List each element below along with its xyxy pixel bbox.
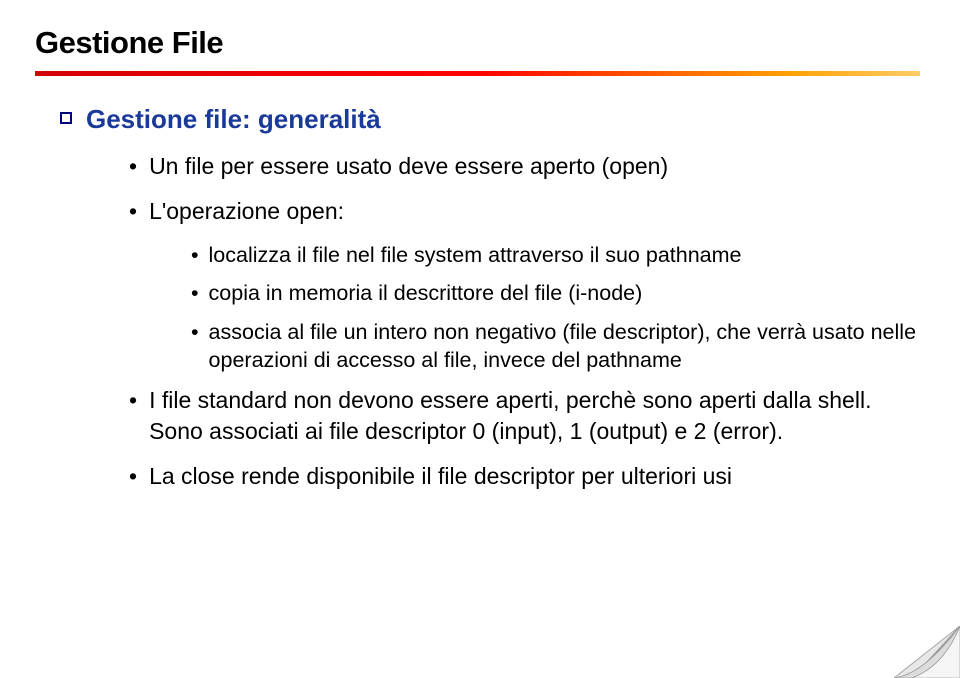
- slide-container: Gestione File Gestione file: generalità …: [0, 0, 960, 678]
- item-text: La close rende disponibile il file descr…: [149, 461, 732, 492]
- list-item: • localizza il file nel file system attr…: [191, 241, 925, 269]
- page-curl-icon: [894, 626, 960, 678]
- bullet-dot-icon: •: [129, 151, 137, 182]
- square-bullet-icon: [60, 112, 72, 124]
- bullet-dot-icon: •: [191, 279, 199, 307]
- bullet-dot-icon: •: [191, 318, 199, 346]
- item-text: L'operazione open:: [149, 196, 344, 227]
- bullet-dot-icon: •: [191, 241, 199, 269]
- nested-bullet-list: • localizza il file nel file system attr…: [191, 241, 925, 375]
- item-text: Un file per essere usato deve essere ape…: [149, 151, 668, 182]
- slide-title: Gestione File: [35, 25, 925, 61]
- bullet-dot-icon: •: [129, 196, 137, 227]
- title-underline: [35, 71, 920, 76]
- section-heading: Gestione file: generalità: [86, 104, 381, 135]
- list-item: • I file standard non devono essere aper…: [129, 385, 925, 447]
- subitem-text: associa al file un intero non negativo (…: [209, 318, 925, 375]
- list-item: • L'operazione open:: [129, 196, 925, 227]
- bullet-dot-icon: •: [129, 461, 137, 492]
- bullet-list-continued: • I file standard non devono essere aper…: [129, 385, 925, 492]
- item-text: I file standard non devono essere aperti…: [149, 385, 925, 447]
- list-item: • associa al file un intero non negativo…: [191, 318, 925, 375]
- bullet-dot-icon: •: [129, 385, 137, 416]
- bullet-heading: Gestione file: generalità: [60, 104, 925, 135]
- list-item: • Un file per essere usato deve essere a…: [129, 151, 925, 182]
- list-item: • La close rende disponibile il file des…: [129, 461, 925, 492]
- subitem-text: copia in memoria il descrittore del file…: [209, 279, 643, 307]
- list-item: • copia in memoria il descrittore del fi…: [191, 279, 925, 307]
- subitem-text: localizza il file nel file system attrav…: [209, 241, 742, 269]
- bullet-list: • Un file per essere usato deve essere a…: [129, 151, 925, 227]
